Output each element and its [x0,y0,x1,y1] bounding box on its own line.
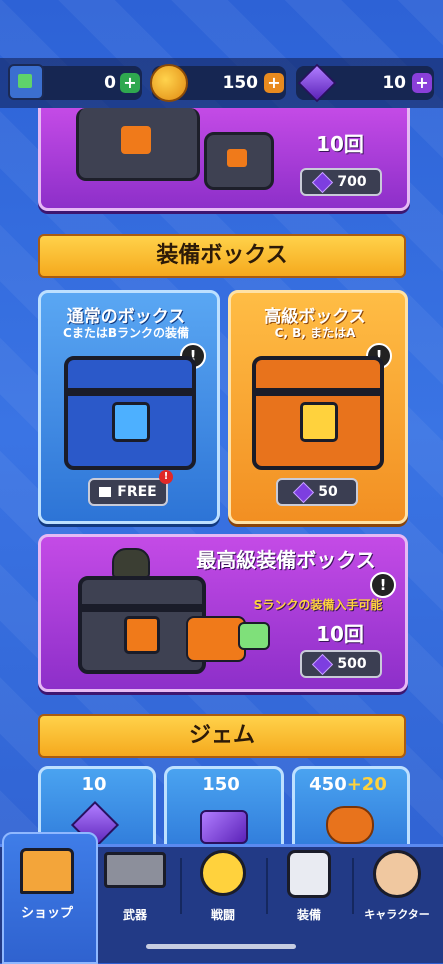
nav-label: 装備 [296,908,321,922]
premium-box-buy-button[interactable]: 50 [276,478,358,506]
gem-section-title: ジェム [38,714,406,758]
nav-label: 武器 [122,908,147,922]
gloves-icon [238,622,270,650]
nav-label: 戦闘 [210,908,235,922]
gem-icon [293,481,315,503]
gem-pack-amount-row: 450+20 [292,774,404,795]
notification-badge: ! [159,470,173,484]
nav-label: ショップ [20,906,73,921]
nav-item-character[interactable]: キャラクター [352,846,442,921]
ultimate-box-title: 最高級装備ボックス [196,548,376,572]
offer-price: 700 [337,174,367,190]
nav-item-equipment[interactable]: 装備 [266,846,352,922]
nav-item-shop[interactable]: ショップ [4,842,90,921]
cube-icon [8,64,44,100]
nav-item-battle[interactable]: 戦闘 [180,846,266,922]
coin-icon [150,64,188,102]
ultimate-box-buy-button[interactable]: 500 [300,650,382,678]
premium-box-subtitle: C, B, またはA [274,326,356,340]
gem-pile-icon [200,810,248,844]
offer-count: 10回 [316,132,364,156]
ultimate-box-subtitle: Sランクの装備入手可能 [253,598,383,612]
chest-image-small [204,132,274,190]
add-gems-button[interactable]: + [412,73,432,93]
gem-bag-icon [326,806,374,844]
equipment-section-title: 装備ボックス [38,234,406,278]
gem-pack-amount: 450 [309,774,347,795]
armor-icon [287,850,331,898]
offer-buy-button[interactable]: 700 [300,168,382,196]
premium-box-price: 50 [318,484,338,500]
cube-count: 0 [104,73,116,93]
video-icon [99,487,112,497]
blue-chest-image [64,356,196,470]
shop-icon [20,848,74,894]
nav-item-weapons[interactable]: 武器 [92,846,178,922]
gun-icon [104,852,166,888]
orange-chest-image [252,356,384,470]
gem-icon [312,171,334,193]
gem-pack-amount: 10 [81,774,107,795]
boots-icon [186,616,246,662]
gem-pack-bonus: +20 [346,774,387,795]
nav-label: キャラクター [364,908,430,921]
free-box-button[interactable]: FREE [88,478,168,506]
home-indicator [146,944,296,949]
chest-image [76,108,200,181]
add-cubes-button[interactable]: + [120,73,140,93]
gem-icon [312,653,334,675]
character-avatar-icon [373,850,421,898]
battle-emblem-icon [200,850,246,896]
ultimate-box-price: 500 [337,656,367,672]
add-coins-button[interactable]: + [264,73,284,93]
helmet-icon [112,548,150,578]
ultimate-box-count: 10回 [316,622,364,646]
free-button-label: FREE [117,484,157,500]
gem-count: 10 [382,73,406,93]
coin-count: 150 [222,73,259,93]
ultimate-box-info-button[interactable]: ! [370,572,396,598]
normal-box-subtitle: CまたはBランクの装備 [63,326,189,340]
gem-pack-amount: 150 [202,774,240,795]
